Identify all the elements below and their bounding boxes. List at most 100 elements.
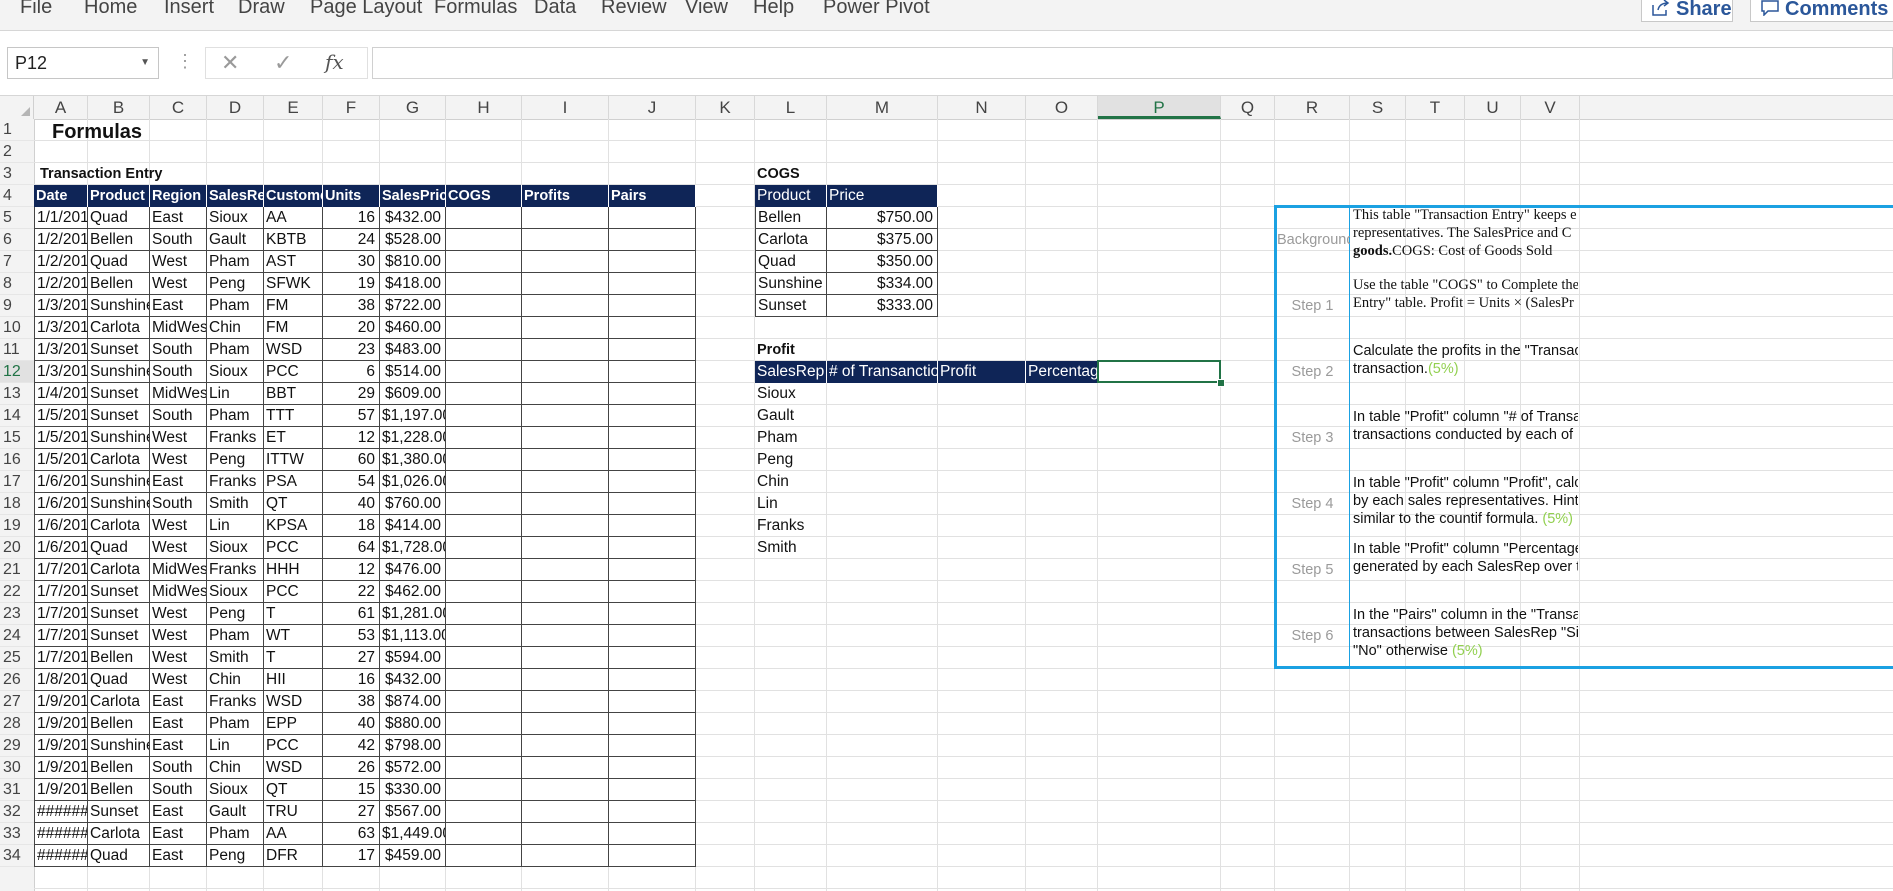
transaction-cell[interactable]: Lin [207,735,264,757]
row-header-26[interactable]: 26 [0,669,34,691]
transaction-cell[interactable]: South [150,361,207,383]
transaction-cell[interactable]: West [150,647,207,669]
transaction-empty-cell[interactable] [522,625,609,647]
transaction-empty-cell[interactable] [522,449,609,471]
transaction-empty-cell[interactable] [522,471,609,493]
transaction-empty-cell[interactable] [446,603,522,625]
transaction-cell[interactable]: $1,228.00 [380,427,446,449]
column-header-s[interactable]: S [1350,96,1406,119]
transaction-cell[interactable]: AA [264,823,323,845]
tab-view[interactable]: View [685,0,728,19]
transaction-cell[interactable]: Peng [207,449,264,471]
transaction-empty-cell[interactable] [446,581,522,603]
transaction-cell[interactable]: West [150,515,207,537]
cogs-price[interactable]: $750.00 [827,207,938,229]
transaction-cell[interactable]: 18 [323,515,380,537]
transaction-empty-cell[interactable] [609,669,696,691]
transaction-cell[interactable]: $1,197.00 [380,405,446,427]
transaction-cell[interactable]: TTT [264,405,323,427]
profit-salesrep[interactable]: Franks [755,515,827,537]
transaction-cell[interactable]: 40 [323,713,380,735]
profit-header-1[interactable]: # of Transanctions [827,361,938,383]
tab-help[interactable]: Help [753,0,794,19]
transaction-cell[interactable]: Quad [88,845,150,867]
transaction-cell[interactable]: 6 [323,361,380,383]
row-header-8[interactable]: 8 [0,273,34,295]
transaction-empty-cell[interactable] [446,515,522,537]
transaction-cell[interactable]: East [150,735,207,757]
transaction-cell[interactable]: Sunshine [88,361,150,383]
transaction-cell[interactable]: KBTB [264,229,323,251]
transaction-header-salesrep[interactable]: SalesRep [207,185,264,207]
transaction-cell[interactable]: Carlota [88,559,150,581]
transaction-cell[interactable]: $432.00 [380,207,446,229]
transaction-empty-cell[interactable] [522,845,609,867]
transaction-empty-cell[interactable] [609,647,696,669]
transaction-cell[interactable]: 1/9/2011 [34,779,88,801]
transaction-empty-cell[interactable] [522,713,609,735]
transaction-cell[interactable]: MidWest [150,317,207,339]
row-header-17[interactable]: 17 [0,471,34,493]
transaction-cell[interactable]: Sioux [207,207,264,229]
transaction-empty-cell[interactable] [446,383,522,405]
transaction-cell[interactable]: $609.00 [380,383,446,405]
transaction-cell[interactable]: Sioux [207,537,264,559]
transaction-header-region[interactable]: Region [150,185,207,207]
transaction-cell[interactable]: 38 [323,295,380,317]
column-header-p[interactable]: P [1098,96,1221,119]
tab-draw[interactable]: Draw [238,0,285,19]
transaction-cell[interactable]: Franks [207,427,264,449]
transaction-empty-cell[interactable] [609,845,696,867]
transaction-cell[interactable]: 1/2/2011 [34,273,88,295]
transaction-empty-cell[interactable] [522,317,609,339]
transaction-cell[interactable]: $330.00 [380,779,446,801]
transaction-cell[interactable]: ######## [34,801,88,823]
transaction-header-profits[interactable]: Profits [522,185,609,207]
row-header-23[interactable]: 23 [0,603,34,625]
row-header-25[interactable]: 25 [0,647,34,669]
transaction-cell[interactable]: Franks [207,559,264,581]
transaction-empty-cell[interactable] [446,713,522,735]
transaction-cell[interactable]: $1,026.00 [380,471,446,493]
transaction-empty-cell[interactable] [609,471,696,493]
transaction-empty-cell[interactable] [522,823,609,845]
transaction-cell[interactable]: $594.00 [380,647,446,669]
transaction-empty-cell[interactable] [446,207,522,229]
profit-salesrep[interactable]: Smith [755,537,827,559]
column-header-a[interactable]: A [34,96,88,119]
transaction-cell[interactable]: Sunshine [88,427,150,449]
transaction-empty-cell[interactable] [609,735,696,757]
transaction-cell[interactable]: Pham [207,295,264,317]
transaction-cell[interactable]: DFR [264,845,323,867]
transaction-cell[interactable]: QT [264,779,323,801]
transaction-cell[interactable]: East [150,295,207,317]
transaction-cell[interactable]: Bellen [88,647,150,669]
transaction-cell[interactable]: Lin [207,383,264,405]
transaction-empty-cell[interactable] [609,295,696,317]
tab-formulas[interactable]: Formulas [434,0,517,19]
transaction-cell[interactable]: ######## [34,845,88,867]
transaction-empty-cell[interactable] [522,779,609,801]
transaction-cell[interactable]: WT [264,625,323,647]
transaction-cell[interactable]: Sunset [88,405,150,427]
transaction-cell[interactable]: 1/6/2011 [34,515,88,537]
transaction-cell[interactable]: Peng [207,273,264,295]
transaction-empty-cell[interactable] [522,515,609,537]
cancel-icon[interactable]: ✕ [221,48,239,78]
transaction-cell[interactable]: $798.00 [380,735,446,757]
transaction-empty-cell[interactable] [522,603,609,625]
transaction-cell[interactable]: $810.00 [380,251,446,273]
transaction-cell[interactable]: 1/5/2011 [34,405,88,427]
comments-button[interactable]: Comments [1750,0,1893,22]
transaction-cell[interactable]: ET [264,427,323,449]
transaction-cell[interactable]: Pham [207,339,264,361]
transaction-cell[interactable]: 22 [323,581,380,603]
profit-salesrep[interactable]: Peng [755,449,827,471]
transaction-cell[interactable]: Bellen [88,713,150,735]
transaction-empty-cell[interactable] [522,493,609,515]
transaction-cell[interactable]: 27 [323,801,380,823]
cogs-price[interactable]: $350.00 [827,251,938,273]
transaction-empty-cell[interactable] [609,405,696,427]
transaction-cell[interactable]: $567.00 [380,801,446,823]
worksheet-grid[interactable]: Formulas Transaction Entry Date Product Regi… [34,119,1893,891]
